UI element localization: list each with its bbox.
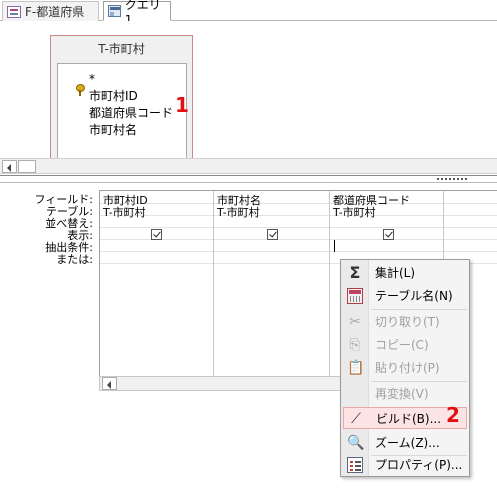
field-item-all[interactable]: * (89, 72, 95, 86)
annotation-marker-2: 2 (446, 403, 460, 427)
zoom-icon: 🔍 (347, 435, 365, 451)
field-list: * 市町村ID 都道府県コード 市町村名 (57, 63, 187, 159)
menu-item-table-names[interactable]: テーブル名(N) (343, 285, 467, 307)
row-label-or: または: (56, 253, 93, 266)
menu-item-properties[interactable]: プロパティ(P)... (343, 454, 467, 476)
table-cell[interactable]: T-市町村 (103, 204, 146, 220)
tab-form-prefecture[interactable]: F-都道府県 (2, 1, 99, 21)
build-wand-icon: ⟋ (351, 411, 361, 427)
scissors-icon: ✂ (349, 314, 361, 330)
tab-query1[interactable]: クエリ1 (103, 0, 171, 27)
menu-item-cut[interactable]: ✂ 切り取り(T) (343, 311, 467, 333)
query-table-pane: T-市町村 * 市町村ID 都道府県コード 市町村名 1 (0, 21, 497, 159)
show-checkbox[interactable] (151, 229, 162, 240)
menu-separator (371, 309, 467, 310)
scroll-left-button[interactable] (2, 160, 17, 173)
menu-item-reconvert[interactable]: 再変換(V) (343, 383, 467, 405)
menu-item-zoom[interactable]: 🔍 ズーム(Z)... (343, 432, 467, 454)
grid-column-1[interactable]: 市町村ID T-市町村 (100, 191, 214, 380)
grid-column-2[interactable]: 市町村名 T-市町村 (214, 191, 330, 380)
arrow-left-icon (107, 381, 111, 389)
upper-pane-scrollbar[interactable] (0, 158, 497, 174)
tab-label: F-都道府県 (25, 5, 85, 19)
scroll-thumb[interactable] (18, 160, 36, 173)
show-checkbox[interactable] (267, 229, 278, 240)
table-name-icon (347, 288, 363, 304)
field-item-city-name[interactable]: 市町村名 (89, 121, 137, 138)
form-icon (7, 5, 21, 18)
table-cell[interactable]: T-市町村 (333, 204, 376, 220)
context-menu: Σ 集計(L) テーブル名(N) ✂ 切り取り(T) ⎘ コピー(C) 📋 貼り… (340, 259, 470, 477)
primary-key-icon (76, 84, 85, 96)
menu-item-paste[interactable]: 📋 貼り付け(P) (343, 357, 467, 379)
menu-item-totals[interactable]: Σ 集計(L) (343, 262, 467, 284)
arrow-left-icon (7, 164, 11, 172)
pane-splitter[interactable] (0, 175, 497, 183)
query-icon (108, 5, 121, 17)
text-cursor (334, 240, 335, 252)
menu-separator (371, 381, 467, 382)
show-checkbox[interactable] (383, 229, 394, 240)
field-list-window[interactable]: T-市町村 * 市町村ID 都道府県コード 市町村名 (50, 35, 193, 159)
field-list-title[interactable]: T-市町村 (51, 36, 192, 62)
splitter-grip-icon[interactable] (437, 178, 467, 180)
document-tab-bar: F-都道府県 クエリ1 (0, 0, 497, 27)
table-cell[interactable]: T-市町村 (217, 204, 260, 220)
grid-scrollbar[interactable] (99, 376, 355, 391)
field-item-prefecture-code[interactable]: 都道府県コード (89, 104, 173, 121)
paste-icon: 📋 (347, 360, 365, 376)
grid-row-labels: フィールド: テーブル: 並べ替え: 表示: 抽出条件: または: (0, 194, 96, 266)
copy-icon: ⎘ (349, 337, 361, 353)
sigma-icon: Σ (349, 263, 361, 282)
menu-item-copy[interactable]: ⎘ コピー(C) (343, 334, 467, 356)
annotation-marker-1: 1 (175, 93, 189, 117)
scroll-left-button[interactable] (102, 377, 117, 390)
properties-icon (347, 457, 363, 473)
field-item-id[interactable]: 市町村ID (89, 87, 138, 104)
